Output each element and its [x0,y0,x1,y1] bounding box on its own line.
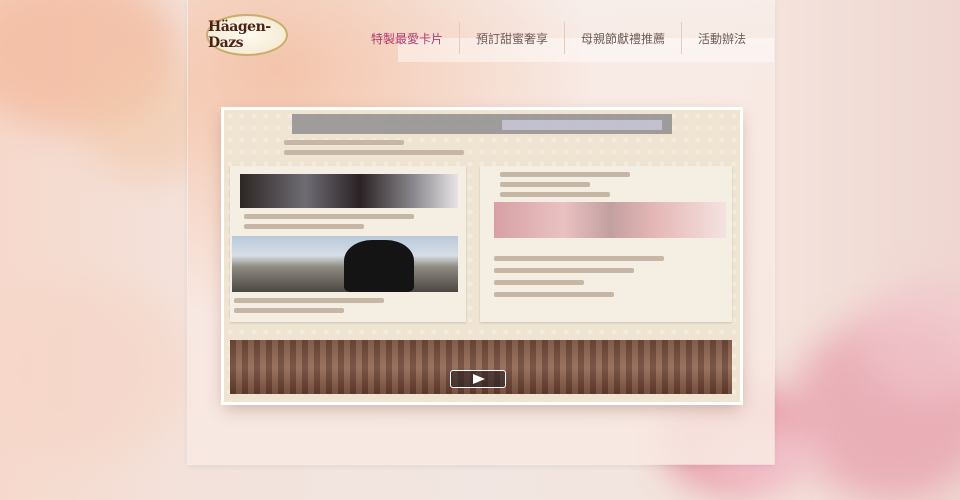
main-nav: 特製最愛卡片 預訂甜蜜奢享 母親節獻禮推薦 活動辦法 [355,22,762,54]
screenshot-top-strip [292,114,672,134]
video-thumbnail[interactable] [230,340,732,394]
play-button[interactable] [450,370,506,388]
screenshot-photo [232,236,458,292]
header: Häagen-Dazs 特製最愛卡片 預訂甜蜜奢享 母親節獻禮推薦 活動辦法 [188,14,774,62]
nav-item-favorite-cards[interactable]: 特製最愛卡片 [355,22,459,54]
brand-logo[interactable]: Häagen-Dazs [206,14,288,56]
facebook-screenshot [224,110,740,402]
screenshot-photo [240,174,458,208]
screenshot-photo [494,202,726,238]
nav-item-mothers-day[interactable]: 母親節獻禮推薦 [563,22,681,54]
screenshot-column-left [230,166,466,322]
screenshot-column-right [480,166,732,322]
background-blur [0,280,190,460]
logo-text: Häagen-Dazs [208,19,271,51]
page-frame: Häagen-Dazs 特製最愛卡片 預訂甜蜜奢享 母親節獻禮推薦 活動辦法 [188,0,774,464]
nav-item-rules[interactable]: 活動辦法 [680,22,762,54]
nav-item-reserve[interactable]: 預訂甜蜜奢享 [458,22,564,54]
play-icon [473,374,485,384]
